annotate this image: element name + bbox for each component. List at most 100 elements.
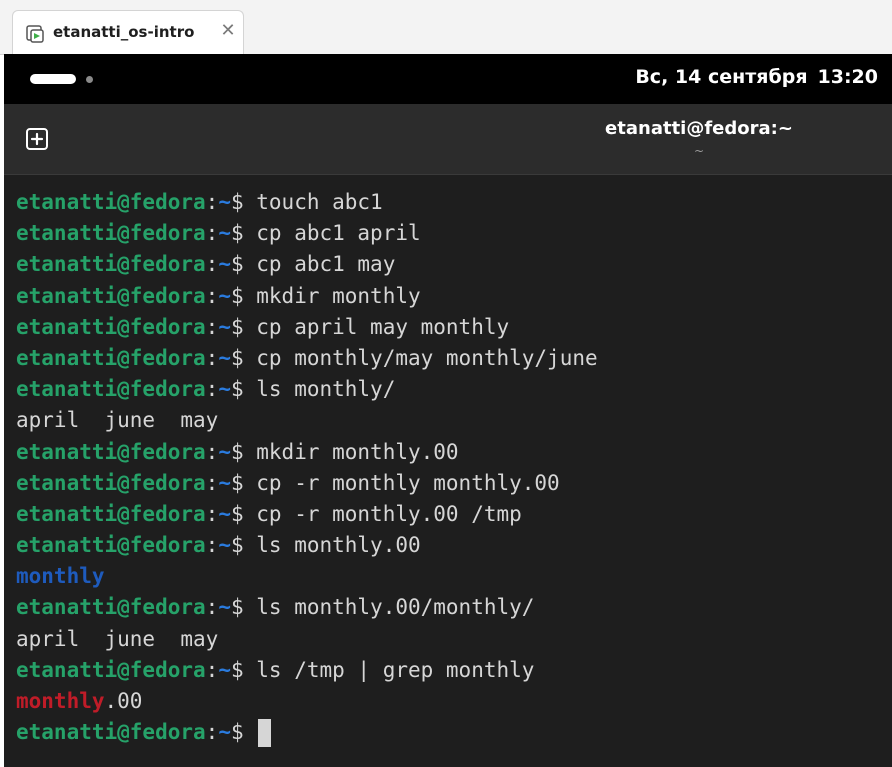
terminal-output-line: april june may	[16, 405, 892, 436]
prompt-symbol: $	[230, 252, 257, 277]
terminal-command-line: etanatti@fedora:~$ ls monthly.00	[16, 530, 892, 561]
prompt-symbol: $	[230, 221, 257, 246]
terminal-command-line: etanatti@fedora:~$ cp april may monthly	[16, 312, 892, 343]
plus-box-icon	[24, 128, 50, 156]
prompt-colon: :	[205, 595, 219, 620]
prompt-user-host: etanatti@fedora	[16, 595, 206, 620]
command-text: ls monthly.00/monthly/	[256, 595, 535, 620]
prompt-symbol: $	[230, 190, 257, 214]
command-text: cp april may monthly	[256, 314, 510, 339]
output-text: april june may	[16, 408, 219, 433]
prompt-path: ~	[218, 283, 231, 308]
prompt-symbol: $	[230, 314, 257, 339]
new-tab-button[interactable]	[24, 126, 50, 152]
terminal-command-line: etanatti@fedora:~$ cp monthly/may monthl…	[16, 343, 892, 374]
terminal-command-line: etanatti@fedora:~$ cp abc1 april	[16, 218, 892, 249]
prompt-colon: :	[205, 377, 219, 402]
prompt-symbol: $	[230, 533, 257, 558]
prompt-colon: :	[205, 190, 219, 214]
terminal-command-line: etanatti@fedora:~$ cp -r monthly.00 /tmp	[16, 499, 892, 530]
prompt-symbol: $	[230, 720, 257, 745]
terminal-command-line: etanatti@fedora:~$ mkdir monthly.00	[16, 437, 892, 468]
window-tab-strip: etanatti_os-intro ✕	[0, 0, 892, 55]
terminal-headerbar: etanatti@fedora:~ ~	[4, 104, 892, 175]
prompt-path: ~	[218, 377, 231, 402]
prompt-path: ~	[218, 501, 231, 526]
clock-date: Вс, 14 сентября	[635, 66, 808, 88]
prompt-path: ~	[218, 439, 231, 464]
terminal-command-line: etanatti@fedora:~$ touch abc1	[16, 187, 892, 218]
prompt-colon: :	[205, 221, 219, 246]
prompt-symbol: $	[230, 501, 257, 526]
prompt-user-host: etanatti@fedora	[16, 190, 206, 214]
prompt-path: ~	[218, 345, 231, 370]
prompt-user-host: etanatti@fedora	[16, 283, 206, 308]
terminal-cursor	[258, 719, 272, 748]
prompt-colon: :	[205, 720, 219, 745]
terminal-command-line: etanatti@fedora:~$ cp -r monthly monthly…	[16, 468, 892, 499]
command-text: cp abc1 may	[256, 252, 396, 277]
close-icon[interactable]: ✕	[217, 20, 239, 42]
prompt-colon: :	[205, 252, 219, 277]
command-text: cp -r monthly monthly.00	[256, 470, 560, 495]
prompt-user-host: etanatti@fedora	[16, 221, 206, 246]
prompt-path: ~	[218, 470, 231, 495]
terminal-command-line: etanatti@fedora:~$	[16, 717, 892, 748]
prompt-path: ~	[218, 533, 231, 558]
workspace-dot-icon	[86, 76, 93, 83]
output-grep-match: monthly	[16, 689, 105, 713]
command-text: mkdir monthly	[256, 283, 421, 308]
prompt-symbol: $	[230, 377, 257, 402]
prompt-symbol: $	[230, 595, 257, 620]
prompt-symbol: $	[230, 345, 257, 370]
prompt-colon: :	[205, 439, 219, 464]
output-text: april june may	[16, 626, 219, 651]
prompt-user-host: etanatti@fedora	[16, 470, 206, 495]
command-text: cp monthly/may monthly/june	[256, 345, 598, 370]
activities-indicator[interactable]	[30, 74, 76, 84]
prompt-colon: :	[205, 470, 219, 495]
prompt-colon: :	[205, 533, 219, 558]
terminal-command-line: etanatti@fedora:~$ ls /tmp | grep monthl…	[16, 655, 892, 686]
prompt-path: ~	[218, 720, 231, 745]
command-text: touch abc1	[256, 190, 383, 214]
window-tab-title: etanatti_os-intro	[53, 23, 195, 41]
prompt-path: ~	[218, 314, 231, 339]
prompt-path: ~	[218, 595, 231, 620]
terminal-output-line: april june may	[16, 624, 892, 655]
prompt-user-host: etanatti@fedora	[16, 533, 206, 558]
prompt-user-host: etanatti@fedora	[16, 657, 206, 682]
prompt-colon: :	[205, 501, 219, 526]
prompt-path: ~	[218, 657, 231, 682]
clock[interactable]: Вс, 14 сентября 13:20	[635, 66, 878, 88]
command-text: ls monthly/	[256, 377, 396, 402]
prompt-path: ~	[218, 252, 231, 277]
clock-time: 13:20	[817, 66, 878, 88]
terminal-command-line: etanatti@fedora:~$ ls monthly/	[16, 374, 892, 405]
prompt-path: ~	[218, 221, 231, 246]
terminal-subtitle: ~	[693, 144, 705, 158]
prompt-user-host: etanatti@fedora	[16, 501, 206, 526]
prompt-user-host: etanatti@fedora	[16, 252, 206, 277]
terminal-command-line: etanatti@fedora:~$ ls monthly.00/monthly…	[16, 592, 892, 623]
prompt-colon: :	[205, 657, 219, 682]
command-text: ls monthly.00	[256, 533, 421, 558]
prompt-user-host: etanatti@fedora	[16, 377, 206, 402]
terminal-output-line: monthly.00	[16, 686, 892, 717]
terminal-output-line: monthly	[16, 561, 892, 592]
terminal-command-line: etanatti@fedora:~$ cp abc1 may	[16, 249, 892, 280]
prompt-symbol: $	[230, 470, 257, 495]
command-text: ls /tmp | grep monthly	[256, 657, 535, 682]
prompt-colon: :	[205, 314, 219, 339]
prompt-colon: :	[205, 345, 219, 370]
window-tab[interactable]: etanatti_os-intro ✕	[12, 10, 244, 54]
command-text: cp abc1 april	[256, 221, 421, 246]
desktop-shell: Вс, 14 сентября 13:20 etanatti@fedora:~ ~…	[4, 54, 892, 767]
prompt-symbol: $	[230, 283, 257, 308]
prompt-user-host: etanatti@fedora	[16, 439, 206, 464]
prompt-symbol: $	[230, 657, 257, 682]
prompt-colon: :	[205, 283, 219, 308]
terminal-title: etanatti@fedora:~	[605, 118, 793, 139]
terminal-view[interactable]: etanatti@fedora:~$ touch abc1 etanatti@fe…	[4, 175, 892, 767]
top-bar: Вс, 14 сентября 13:20	[4, 54, 892, 104]
